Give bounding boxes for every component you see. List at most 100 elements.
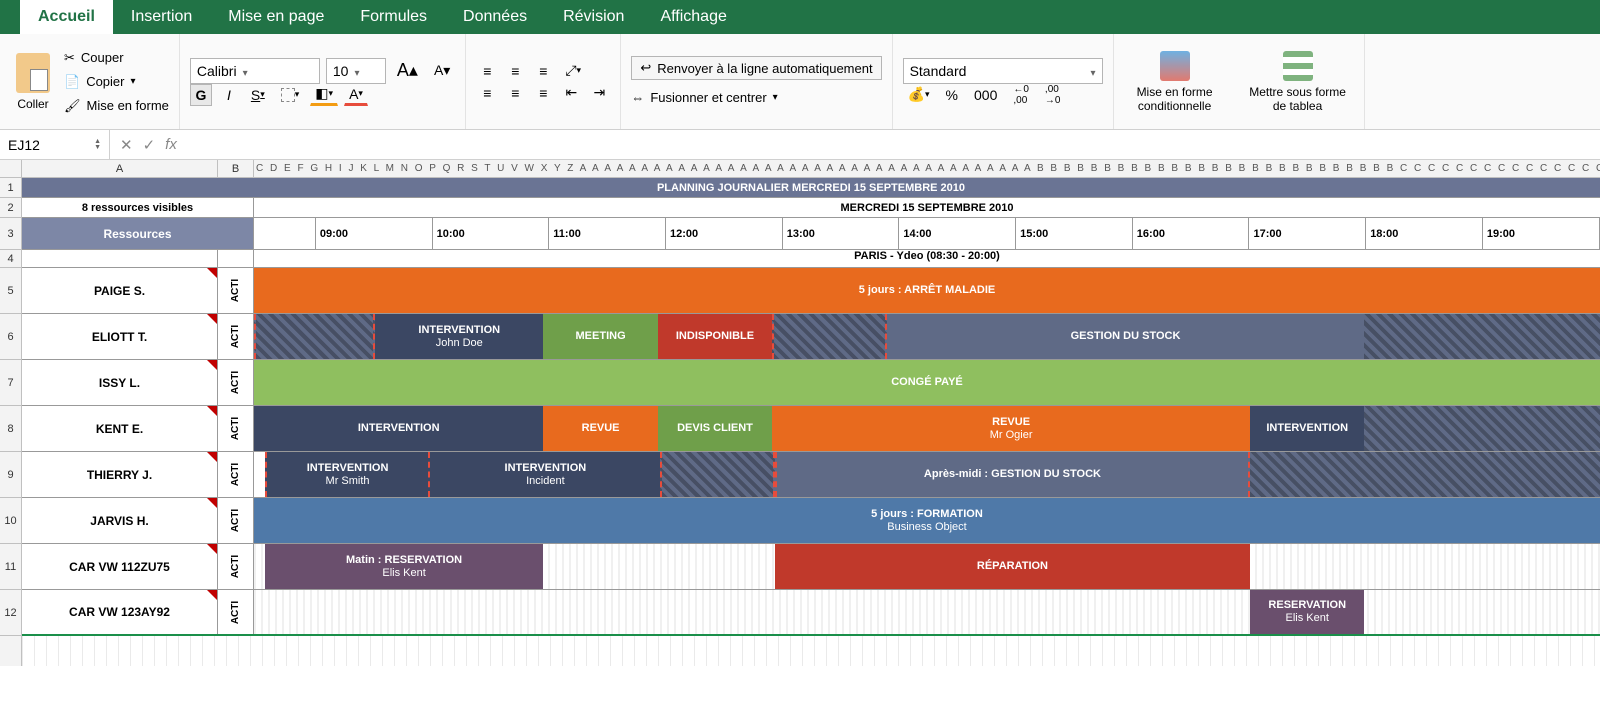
acti-cell[interactable]: ACTI	[218, 544, 254, 589]
align-middle-button[interactable]: ≡	[504, 60, 526, 82]
row-header-2[interactable]: 2	[0, 198, 21, 218]
increase-indent-button[interactable]: ⇥	[588, 82, 610, 104]
bar-intervention-incident[interactable]: INTERVENTIONIncident	[430, 452, 660, 497]
row-header-8[interactable]: 8	[0, 406, 21, 452]
bar-gestion-stock-pm[interactable]: Après-midi : GESTION DU STOCK	[775, 452, 1250, 497]
row-header-5[interactable]: 5	[0, 268, 21, 314]
borders-button[interactable]: ▾	[276, 84, 305, 106]
bar-intervention-smith[interactable]: INTERVENTIONMr Smith	[265, 452, 431, 497]
cancel-formula-button[interactable]: ✕	[120, 136, 133, 154]
bar-meeting[interactable]: MEETING	[543, 314, 657, 359]
row-header-3[interactable]: 3	[0, 218, 21, 250]
row-header-12[interactable]: 12	[0, 590, 21, 636]
row-header-4[interactable]: 4	[0, 250, 21, 268]
bar-revue-ogier[interactable]: REVUEMr Ogier	[772, 406, 1250, 451]
bar-gestion-stock[interactable]: GESTION DU STOCK	[887, 314, 1365, 359]
col-header-strip[interactable]: C D E F G H I J K L M N O P Q R S T U V …	[254, 160, 1600, 177]
resource-name[interactable]: CAR VW 112ZU75	[22, 544, 218, 589]
bar-conge-paye[interactable]: CONGÉ PAYÉ	[254, 360, 1600, 405]
bar-hatch[interactable]	[254, 314, 375, 359]
tab-affichage[interactable]: Affichage	[642, 0, 744, 34]
name-box-stepper[interactable]: ▲▼	[94, 139, 101, 151]
fx-icon[interactable]: fx	[165, 136, 177, 153]
select-all-corner[interactable]	[0, 160, 22, 177]
row-header-6[interactable]: 6	[0, 314, 21, 360]
row-header-10[interactable]: 10	[0, 498, 21, 544]
resource-name[interactable]: PAIGE S.	[22, 268, 218, 313]
resource-name[interactable]: ELIOTT T.	[22, 314, 218, 359]
bar-reservation[interactable]: RESERVATIONElis Kent	[1250, 590, 1364, 634]
accounting-button[interactable]: 💰▾	[903, 84, 935, 106]
font-size-combo[interactable]: 10	[326, 58, 386, 84]
bar-reservation[interactable]: Matin : RESERVATIONElis Kent	[265, 544, 544, 589]
align-center-button[interactable]: ≡	[504, 82, 526, 104]
merge-center-button[interactable]: ⇔Fusionner et centrer▾	[631, 88, 881, 107]
bar-arret-maladie[interactable]: 5 jours : ARRÊT MALADIE	[254, 268, 1600, 313]
decrease-indent-button[interactable]: ⇤	[560, 82, 582, 104]
bar-indisponible[interactable]: INDISPONIBLE	[658, 314, 772, 359]
bar-formation[interactable]: 5 jours : FORMATIONBusiness Object	[254, 498, 1600, 543]
col-header-a[interactable]: A	[22, 160, 218, 177]
tab-donnees[interactable]: Données	[445, 0, 545, 34]
acti-cell[interactable]: ACTI	[218, 406, 254, 451]
resource-name[interactable]: KENT E.	[22, 406, 218, 451]
format-as-table-button[interactable]: Mettre sous forme de tablea	[1242, 38, 1354, 125]
acti-cell[interactable]: ACTI	[218, 360, 254, 405]
name-box[interactable]: EJ12 ▲▼	[0, 130, 110, 159]
bar-hatch[interactable]	[772, 314, 886, 359]
bar-hatch[interactable]	[1364, 314, 1600, 359]
resource-name[interactable]: ISSY L.	[22, 360, 218, 405]
resource-name[interactable]: THIERRY J.	[22, 452, 218, 497]
bar-intervention[interactable]: INTERVENTION	[254, 406, 543, 451]
font-color-button[interactable]: A▾	[344, 84, 368, 106]
bar-hatch[interactable]	[660, 452, 774, 497]
acti-cell[interactable]: ACTI	[218, 590, 254, 634]
bar-reparation[interactable]: RÉPARATION	[775, 544, 1250, 589]
tab-formules[interactable]: Formules	[342, 0, 445, 34]
increase-decimal-button[interactable]: ←0,00	[1008, 84, 1034, 106]
orientation-button[interactable]: ⤢▾	[560, 60, 586, 82]
percent-button[interactable]: %	[941, 84, 963, 106]
fill-color-button[interactable]: ◧▾	[310, 84, 338, 106]
col-header-b[interactable]: B	[218, 160, 254, 177]
thousands-button[interactable]: 000	[969, 84, 1002, 106]
increase-font-button[interactable]: A▴	[392, 60, 423, 82]
tab-revision[interactable]: Révision	[545, 0, 642, 34]
wrap-text-button[interactable]: ↩Renvoyer à la ligne automatiquement	[631, 56, 881, 80]
bar-hatch[interactable]	[1250, 452, 1600, 497]
align-right-button[interactable]: ≡	[532, 82, 554, 104]
tab-accueil[interactable]: Accueil	[20, 0, 113, 34]
cut-button[interactable]: Couper	[64, 48, 169, 68]
acti-cell[interactable]: ACTI	[218, 314, 254, 359]
bar-intervention[interactable]: INTERVENTION	[1250, 406, 1364, 451]
copy-button[interactable]: Copier▾	[64, 72, 169, 92]
align-left-button[interactable]: ≡	[476, 82, 498, 104]
formula-input[interactable]	[187, 130, 1600, 159]
underline-button[interactable]: S▾	[246, 84, 270, 106]
number-format-combo[interactable]: Standard	[903, 58, 1103, 84]
decrease-font-button[interactable]: A▾	[429, 60, 455, 82]
conditional-formatting-button[interactable]: Mise en forme conditionnelle	[1124, 38, 1226, 125]
paste-button[interactable]: Coller	[10, 38, 56, 125]
bar-hatch[interactable]	[1364, 406, 1600, 451]
tab-insertion[interactable]: Insertion	[113, 0, 210, 34]
bar-intervention[interactable]: INTERVENTIONJohn Doe	[375, 314, 543, 359]
format-painter-button[interactable]: Mise en forme	[64, 96, 169, 116]
acti-cell[interactable]: ACTI	[218, 452, 254, 497]
row-header-1[interactable]: 1	[0, 178, 21, 198]
decrease-decimal-button[interactable]: ,00→0	[1040, 84, 1066, 106]
acti-cell[interactable]: ACTI	[218, 268, 254, 313]
tab-mise-en-page[interactable]: Mise en page	[210, 0, 342, 34]
font-name-combo[interactable]: Calibri	[190, 58, 320, 84]
resource-name[interactable]: JARVIS H.	[22, 498, 218, 543]
row-header-11[interactable]: 11	[0, 544, 21, 590]
bar-devis-client[interactable]: DEVIS CLIENT	[658, 406, 772, 451]
confirm-formula-button[interactable]: ✓	[143, 136, 156, 154]
bar-revue[interactable]: REVUE	[543, 406, 657, 451]
align-bottom-button[interactable]: ≡	[532, 60, 554, 82]
row-header-7[interactable]: 7	[0, 360, 21, 406]
row-header-9[interactable]: 9	[0, 452, 21, 498]
acti-cell[interactable]: ACTI	[218, 498, 254, 543]
align-top-button[interactable]: ≡	[476, 60, 498, 82]
bold-button[interactable]: G	[190, 84, 212, 106]
